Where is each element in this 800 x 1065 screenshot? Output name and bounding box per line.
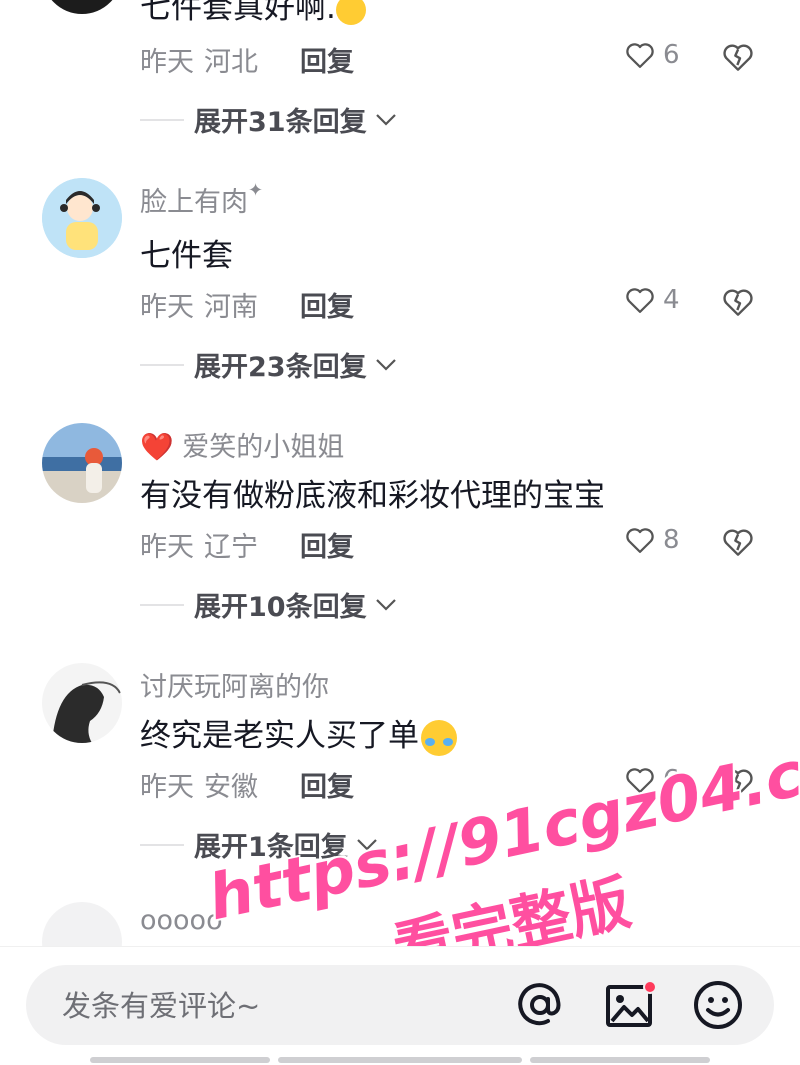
comment-meta: 昨天 河北 [140, 40, 258, 79]
image-icon [606, 980, 657, 1027]
dislike-button[interactable] [722, 287, 754, 321]
heart-icon [626, 288, 654, 313]
chevron-down-icon [357, 838, 377, 851]
chevron-down-icon [375, 113, 396, 126]
divider-line [140, 118, 184, 121]
broken-heart-icon [723, 769, 753, 796]
home-indicator [278, 1057, 522, 1063]
home-indicator [530, 1057, 710, 1063]
heart-icon [626, 43, 654, 68]
like-button[interactable]: 6 [625, 765, 680, 795]
comment-input-bar [0, 946, 800, 1065]
comment-meta: 昨天 河南 [140, 285, 258, 324]
broken-heart-icon [723, 44, 753, 71]
comment-location: 安徽 [204, 772, 258, 803]
comment-location: 辽宁 [204, 532, 258, 563]
comment-date: 昨天 [140, 772, 194, 803]
beach-photo-avatar-icon [42, 423, 122, 503]
comment-location: 河北 [204, 47, 258, 78]
comment-input[interactable] [60, 965, 484, 1047]
like-count: 6 [663, 40, 680, 70]
image-button[interactable] [604, 979, 657, 1035]
comment-date: 昨天 [140, 47, 194, 78]
broken-heart-icon [723, 529, 753, 556]
comment-text: 有没有做粉底液和彩妆代理的宝宝 [140, 478, 605, 514]
comment-username[interactable]: 脸上有肉✦ [140, 180, 263, 219]
reply-button[interactable]: 回复 [300, 285, 354, 324]
like-count: 4 [663, 285, 680, 315]
comment-text: 七件套 [140, 238, 233, 274]
at-mention-button[interactable] [514, 979, 566, 1035]
cartoon-girl-avatar-icon [42, 178, 122, 258]
like-count: 8 [663, 525, 680, 555]
avatar[interactable] [42, 663, 122, 743]
expand-replies-button[interactable]: 展开23条回复 [140, 345, 397, 384]
red-heart-icon: ❤️ [140, 432, 174, 463]
comment-date: 昨天 [140, 532, 194, 563]
comment-meta: 昨天 辽宁 [140, 525, 258, 564]
dislike-button[interactable] [722, 767, 754, 801]
comment-text: 七件套真好啊. [140, 0, 366, 27]
comment-date: 昨天 [140, 292, 194, 323]
heart-icon [626, 528, 654, 553]
comment-text: 终究是老实人买了单 [140, 710, 457, 756]
decoration-icon: ✦ [248, 180, 264, 201]
emoji-icon [694, 981, 742, 1029]
chevron-down-icon [375, 598, 396, 611]
divider-line [140, 843, 184, 846]
expand-replies-button[interactable]: 展开10条回复 [140, 585, 397, 624]
expand-label: 展开10条回复 [194, 592, 367, 623]
like-button[interactable]: 8 [625, 525, 680, 555]
expand-label: 展开23条回复 [194, 352, 367, 383]
comment-username[interactable]: ooooo [140, 905, 223, 936]
reply-button[interactable]: 回复 [300, 40, 354, 79]
home-indicator [90, 1057, 270, 1063]
comment-username[interactable]: ❤️ 爱笑的小姐姐 [140, 425, 344, 464]
comment-username[interactable]: 讨厌玩阿离的你 [140, 665, 329, 704]
comment-input-container[interactable] [26, 965, 774, 1047]
avatar[interactable] [42, 423, 122, 503]
crying-laughing-emoji-icon [421, 719, 457, 756]
dislike-button[interactable] [722, 527, 754, 561]
expand-replies-button[interactable]: 展开31条回复 [140, 100, 397, 139]
heart-icon [626, 768, 654, 793]
emoji-button[interactable] [692, 979, 744, 1035]
like-count: 6 [663, 765, 680, 795]
reply-button[interactable]: 回复 [300, 525, 354, 564]
comment-meta: 昨天 安徽 [140, 765, 258, 804]
avatar[interactable] [42, 0, 122, 14]
expand-replies-button[interactable]: 展开1条回复 [140, 825, 378, 864]
expand-label: 展开1条回复 [194, 832, 348, 863]
broken-heart-icon [723, 289, 753, 316]
like-button[interactable]: 4 [625, 285, 680, 315]
at-icon [518, 983, 561, 1026]
sunglasses-emoji-icon [335, 0, 366, 25]
like-button[interactable]: 6 [625, 40, 680, 70]
divider-line [140, 603, 184, 606]
silhouette-avatar-icon [42, 663, 122, 743]
expand-label: 展开31条回复 [194, 107, 367, 138]
chevron-down-icon [375, 358, 396, 371]
dislike-button[interactable] [722, 42, 754, 76]
reply-button[interactable]: 回复 [300, 765, 354, 804]
divider-line [140, 363, 184, 366]
comment-location: 河南 [204, 292, 258, 323]
avatar[interactable] [42, 178, 122, 258]
